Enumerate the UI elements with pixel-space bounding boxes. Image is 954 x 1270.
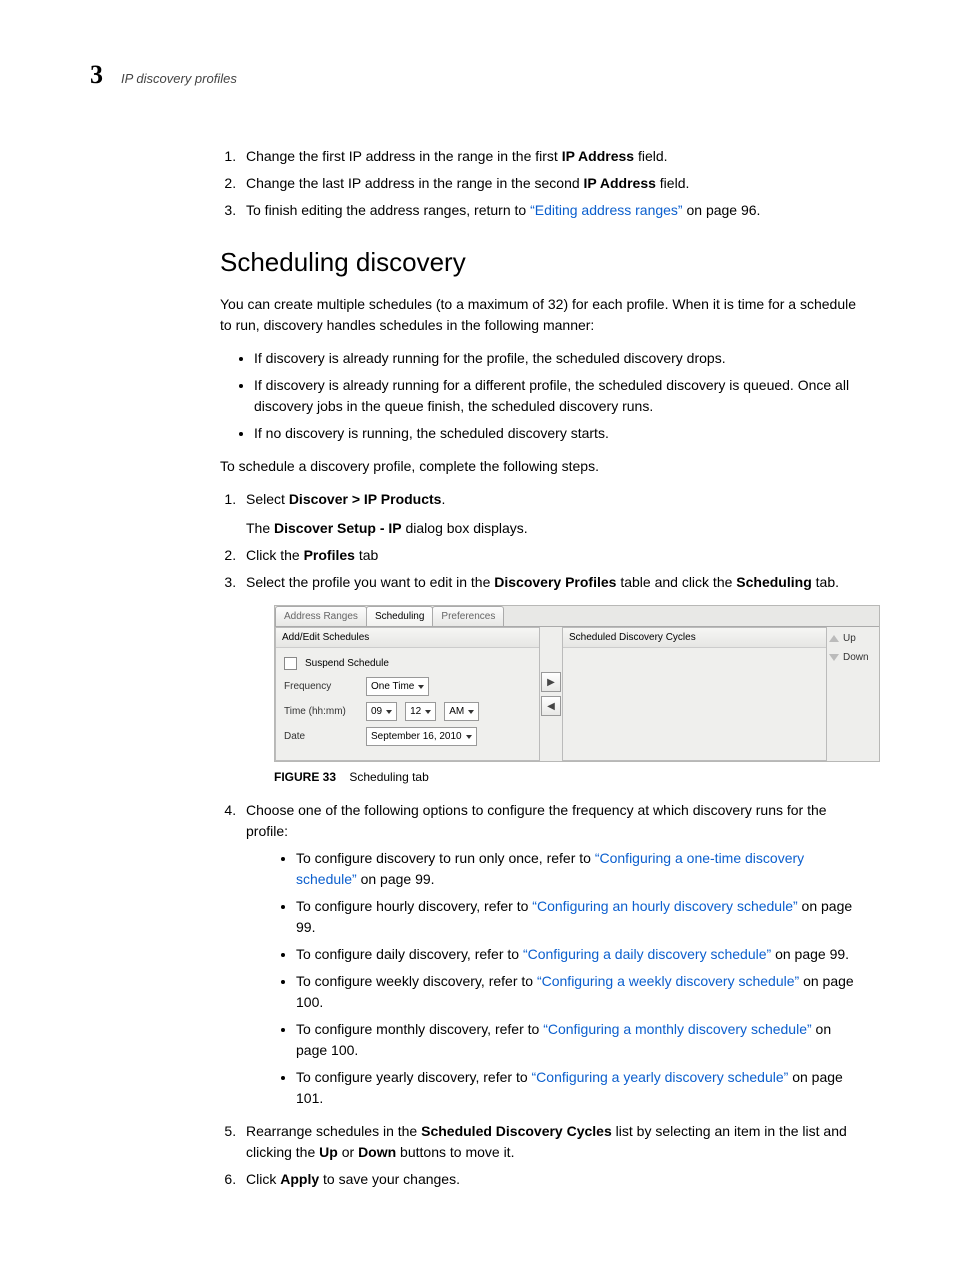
link-editing-address-ranges[interactable]: “Editing address ranges” [530, 202, 683, 218]
figure-tabstrip: Address Ranges Scheduling Preferences [275, 606, 879, 626]
running-title: IP discovery profiles [121, 71, 237, 86]
step-5: Rearrange schedules in the Scheduled Dis… [240, 1121, 864, 1163]
link-monthly-schedule[interactable]: “Configuring a monthly discovery schedul… [543, 1021, 811, 1037]
chevron-down-icon [425, 710, 431, 714]
chevron-left-icon: ◀ [547, 699, 555, 714]
list-item: To configure discovery to run only once,… [296, 848, 864, 890]
move-right-button[interactable]: ▶ [541, 672, 561, 692]
list-item: To configure daily discovery, refer to “… [296, 944, 864, 965]
time-ampm-select[interactable]: AM [444, 702, 479, 721]
date-select[interactable]: September 16, 2010 [366, 727, 477, 746]
list-item: If discovery is already running for the … [254, 348, 864, 369]
reorder-buttons: Up Down [827, 627, 879, 761]
link-yearly-schedule[interactable]: “Configuring a yearly discovery schedule… [532, 1069, 789, 1085]
chevron-down-icon [466, 735, 472, 739]
suspend-schedule-label: Suspend Schedule [305, 656, 389, 671]
tab-scheduling[interactable]: Scheduling [366, 606, 433, 626]
list-item: To configure hourly discovery, refer to … [296, 896, 864, 938]
panel-header-left: Add/Edit Schedules [276, 628, 539, 648]
chevron-down-icon [468, 710, 474, 714]
paragraph-lead: To schedule a discovery profile, complet… [220, 456, 864, 477]
move-left-button[interactable]: ◀ [541, 696, 561, 716]
add-edit-schedules-panel: Add/Edit Schedules Suspend Schedule Freq… [275, 627, 540, 761]
time-hour-select[interactable]: 09 [366, 702, 397, 721]
running-header: 3 IP discovery profiles [90, 60, 864, 90]
paragraph-intro: You can create multiple schedules (to a … [220, 294, 864, 336]
transfer-buttons: ▶ ◀ [540, 627, 562, 761]
suspend-schedule-checkbox[interactable] [284, 657, 297, 670]
tab-address-ranges[interactable]: Address Ranges [275, 606, 367, 626]
frequency-select[interactable]: One Time [366, 677, 429, 696]
link-hourly-schedule[interactable]: “Configuring an hourly discovery schedul… [532, 898, 797, 914]
intro-step-1: Change the first IP address in the range… [240, 146, 864, 167]
list-item: To configure yearly discovery, refer to … [296, 1067, 864, 1109]
link-weekly-schedule[interactable]: “Configuring a weekly discovery schedule… [537, 973, 799, 989]
time-label: Time (hh:mm) [284, 704, 358, 719]
chevron-down-icon [418, 685, 424, 689]
section-heading: Scheduling discovery [220, 243, 864, 282]
step-4: Choose one of the following options to c… [240, 800, 864, 1109]
tab-preferences[interactable]: Preferences [432, 606, 504, 626]
scheduled-cycles-list[interactable] [563, 648, 826, 756]
figure-caption: FIGURE 33 Scheduling tab [274, 768, 864, 786]
chevron-down-icon [386, 710, 392, 714]
scheduled-discovery-cycles-panel: Scheduled Discovery Cycles [562, 627, 827, 761]
down-button[interactable]: Down [829, 650, 869, 665]
step-1: Select Discover > IP Products. The Disco… [240, 489, 864, 539]
link-daily-schedule[interactable]: “Configuring a daily discovery schedule” [523, 946, 771, 962]
intro-step-2: Change the last IP address in the range … [240, 173, 864, 194]
intro-ordered-list: Change the first IP address in the range… [220, 146, 864, 221]
step-6: Click Apply to save your changes. [240, 1169, 864, 1190]
list-item: To configure monthly discovery, refer to… [296, 1019, 864, 1061]
chapter-number: 3 [90, 60, 103, 90]
list-item: To configure weekly discovery, refer to … [296, 971, 864, 1013]
step-3: Select the profile you want to edit in t… [240, 572, 864, 786]
intro-step-3: To finish editing the address ranges, re… [240, 200, 864, 221]
frequency-label: Frequency [284, 679, 358, 694]
time-minute-select[interactable]: 12 [405, 702, 436, 721]
date-label: Date [284, 729, 358, 744]
triangle-up-icon [829, 635, 839, 642]
list-item: If no discovery is running, the schedule… [254, 423, 864, 444]
list-item: If discovery is already running for a di… [254, 375, 864, 417]
up-button[interactable]: Up [829, 631, 856, 646]
chevron-right-icon: ▶ [547, 675, 555, 690]
step-4-options: To configure discovery to run only once,… [246, 848, 864, 1109]
behavior-list: If discovery is already running for the … [220, 348, 864, 444]
scheduling-figure: Address Ranges Scheduling Preferences Ad… [274, 605, 880, 762]
step-2: Click the Profiles tab [240, 545, 864, 566]
procedure-list: Select Discover > IP Products. The Disco… [220, 489, 864, 1190]
triangle-down-icon [829, 654, 839, 661]
panel-header-right: Scheduled Discovery Cycles [563, 628, 826, 648]
